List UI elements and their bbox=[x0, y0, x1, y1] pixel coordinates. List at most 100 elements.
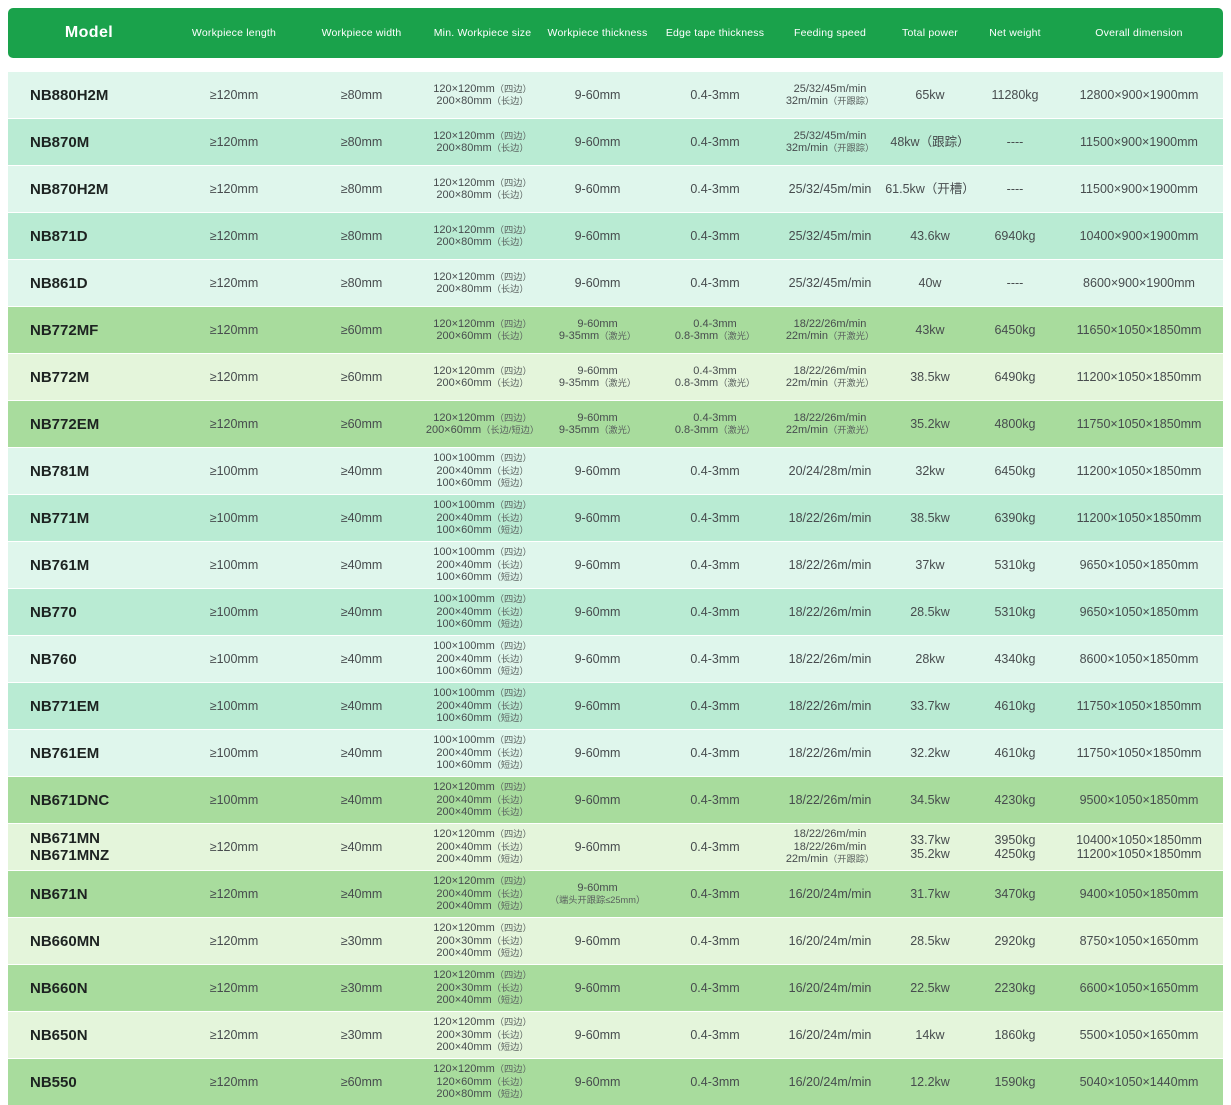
total-power-cell: 32.2kw bbox=[885, 746, 975, 761]
overall-dimension-cell: 12800×900×1900mm bbox=[1055, 88, 1223, 103]
min-workpiece-size-cell: 120×120mm（四边）200×60mm（长边） bbox=[425, 365, 540, 390]
min-workpiece-size-cell: 120×120mm（四边）200×40mm（长边）200×40mm（短边） bbox=[425, 828, 540, 866]
total-power-cell: 43.6kw bbox=[885, 229, 975, 244]
edge-tape-thickness-cell: 0.4-3mm0.8-3mm（激光） bbox=[655, 318, 775, 343]
total-power-cell: 38.5kw bbox=[885, 511, 975, 526]
column-header-overall-dimension: Overall dimension bbox=[1055, 27, 1223, 39]
edge-tape-thickness-cell: 0.4-3mm0.8-3mm（激光） bbox=[655, 365, 775, 390]
model-cell: NB770 bbox=[8, 605, 170, 620]
min-workpiece-size-cell: 120×120mm（四边）200×30mm（长边）200×40mm（短边） bbox=[425, 1016, 540, 1054]
model-cell: NB660N bbox=[8, 981, 170, 996]
model-cell: NB761EM bbox=[8, 746, 170, 761]
edge-tape-thickness-cell: 0.4-3mm bbox=[655, 981, 775, 996]
column-header-min-workpiece-size: Min. Workpiece size bbox=[425, 27, 540, 39]
edge-tape-thickness-cell: 0.4-3mm bbox=[655, 934, 775, 949]
table-row: NB761EM ≥100mm ≥40mm 100×100mm（四边）200×40… bbox=[8, 730, 1223, 776]
edge-tape-thickness-cell: 0.4-3mm bbox=[655, 699, 775, 714]
workpiece-length-cell: ≥100mm bbox=[170, 558, 298, 573]
table-body: NB880H2M ≥120mm ≥80mm 120×120mm（四边）200×8… bbox=[8, 72, 1223, 1105]
workpiece-width-cell: ≥60mm bbox=[298, 1075, 425, 1090]
net-weight-cell: 6390kg bbox=[975, 511, 1055, 526]
feeding-speed-cell: 25/32/45m/min bbox=[775, 276, 885, 291]
total-power-cell: 37kw bbox=[885, 558, 975, 573]
column-header-feeding-speed: Feeding speed bbox=[775, 27, 885, 39]
workpiece-width-cell: ≥40mm bbox=[298, 464, 425, 479]
workpiece-length-cell: ≥100mm bbox=[170, 464, 298, 479]
feeding-speed-cell: 18/22/26m/min bbox=[775, 746, 885, 761]
edge-tape-thickness-cell: 0.4-3mm bbox=[655, 88, 775, 103]
overall-dimension-cell: 11750×1050×1850mm bbox=[1055, 417, 1223, 432]
workpiece-thickness-cell: 9-60mm bbox=[540, 840, 655, 855]
workpiece-length-cell: ≥120mm bbox=[170, 135, 298, 150]
workpiece-length-cell: ≥120mm bbox=[170, 840, 298, 855]
workpiece-length-cell: ≥120mm bbox=[170, 229, 298, 244]
model-cell: NB650N bbox=[8, 1028, 170, 1043]
table-row: NB772EM ≥120mm ≥60mm 120×120mm（四边）200×60… bbox=[8, 401, 1223, 447]
model-cell: NB671N bbox=[8, 887, 170, 902]
overall-dimension-cell: 11650×1050×1850mm bbox=[1055, 323, 1223, 338]
workpiece-length-cell: ≥100mm bbox=[170, 746, 298, 761]
workpiece-length-cell: ≥120mm bbox=[170, 981, 298, 996]
overall-dimension-cell: 5500×1050×1650mm bbox=[1055, 1028, 1223, 1043]
edge-tape-thickness-cell: 0.4-3mm bbox=[655, 605, 775, 620]
model-cell: NB871D bbox=[8, 229, 170, 244]
overall-dimension-cell: 6600×1050×1650mm bbox=[1055, 981, 1223, 996]
total-power-cell: 28.5kw bbox=[885, 605, 975, 620]
workpiece-width-cell: ≥40mm bbox=[298, 699, 425, 714]
workpiece-width-cell: ≥40mm bbox=[298, 793, 425, 808]
net-weight-cell: 6490kg bbox=[975, 370, 1055, 385]
column-header-edge-tape-thickness: Edge tape thickness bbox=[655, 27, 775, 39]
net-weight-cell: 4340kg bbox=[975, 652, 1055, 667]
edge-tape-thickness-cell: 0.4-3mm bbox=[655, 1028, 775, 1043]
workpiece-thickness-cell: 9-60mm（端头开跟踪≤25mm） bbox=[540, 882, 655, 907]
feeding-speed-cell: 25/32/45m/min32m/min（开跟踪） bbox=[775, 83, 885, 108]
net-weight-cell: 1590kg bbox=[975, 1075, 1055, 1090]
overall-dimension-cell: 11200×1050×1850mm bbox=[1055, 511, 1223, 526]
workpiece-thickness-cell: 9-60mm bbox=[540, 605, 655, 620]
edge-tape-thickness-cell: 0.4-3mm bbox=[655, 793, 775, 808]
overall-dimension-cell: 11500×900×1900mm bbox=[1055, 135, 1223, 150]
edge-tape-thickness-cell: 0.4-3mm bbox=[655, 746, 775, 761]
overall-dimension-cell: 8600×1050×1850mm bbox=[1055, 652, 1223, 667]
total-power-cell: 35.2kw bbox=[885, 417, 975, 432]
model-cell: NB771M bbox=[8, 511, 170, 526]
model-cell: NB772MF bbox=[8, 323, 170, 338]
model-cell: NB772M bbox=[8, 370, 170, 385]
total-power-cell: 28.5kw bbox=[885, 934, 975, 949]
overall-dimension-cell: 11500×900×1900mm bbox=[1055, 182, 1223, 197]
workpiece-thickness-cell: 9-60mm9-35mm（激光） bbox=[540, 412, 655, 437]
net-weight-cell: 6940kg bbox=[975, 229, 1055, 244]
feeding-speed-cell: 18/22/26m/min18/22/26m/min22m/min（开跟踪） bbox=[775, 828, 885, 866]
spec-table-page: Model Workpiece length Workpiece width M… bbox=[0, 0, 1231, 1105]
table-header: Model Workpiece length Workpiece width M… bbox=[8, 8, 1223, 58]
min-workpiece-size-cell: 120×120mm（四边）200×30mm（长边）200×40mm（短边） bbox=[425, 922, 540, 960]
model-cell: NB760 bbox=[8, 652, 170, 667]
column-header-workpiece-length: Workpiece length bbox=[170, 27, 298, 39]
table-row: NB870M ≥120mm ≥80mm 120×120mm（四边）200×80m… bbox=[8, 119, 1223, 165]
total-power-cell: 43kw bbox=[885, 323, 975, 338]
model-cell: NB870M bbox=[8, 135, 170, 150]
model-cell: NB861D bbox=[8, 276, 170, 291]
overall-dimension-cell: 9650×1050×1850mm bbox=[1055, 558, 1223, 573]
overall-dimension-cell: 9400×1050×1850mm bbox=[1055, 887, 1223, 902]
model-cell: NB870H2M bbox=[8, 182, 170, 197]
overall-dimension-cell: 10400×1050×1850mm11200×1050×1850mm bbox=[1055, 833, 1223, 862]
feeding-speed-cell: 18/22/26m/min22m/min（开激光） bbox=[775, 365, 885, 390]
net-weight-cell: 3470kg bbox=[975, 887, 1055, 902]
workpiece-thickness-cell: 9-60mm bbox=[540, 464, 655, 479]
table-row: NB770 ≥100mm ≥40mm 100×100mm（四边）200×40mm… bbox=[8, 589, 1223, 635]
table-row: NB880H2M ≥120mm ≥80mm 120×120mm（四边）200×8… bbox=[8, 72, 1223, 118]
model-cell: NB772EM bbox=[8, 417, 170, 432]
table-row: NB660N ≥120mm ≥30mm 120×120mm（四边）200×30m… bbox=[8, 965, 1223, 1011]
min-workpiece-size-cell: 100×100mm（四边）200×40mm（长边）100×60mm（短边） bbox=[425, 593, 540, 631]
total-power-cell: 34.5kw bbox=[885, 793, 975, 808]
workpiece-thickness-cell: 9-60mm bbox=[540, 699, 655, 714]
workpiece-length-cell: ≥120mm bbox=[170, 887, 298, 902]
workpiece-length-cell: ≥100mm bbox=[170, 605, 298, 620]
workpiece-width-cell: ≥80mm bbox=[298, 229, 425, 244]
net-weight-cell: 2920kg bbox=[975, 934, 1055, 949]
workpiece-thickness-cell: 9-60mm bbox=[540, 558, 655, 573]
total-power-cell: 33.7kw35.2kw bbox=[885, 833, 975, 862]
workpiece-width-cell: ≥30mm bbox=[298, 1028, 425, 1043]
net-weight-cell: 3950kg4250kg bbox=[975, 833, 1055, 862]
